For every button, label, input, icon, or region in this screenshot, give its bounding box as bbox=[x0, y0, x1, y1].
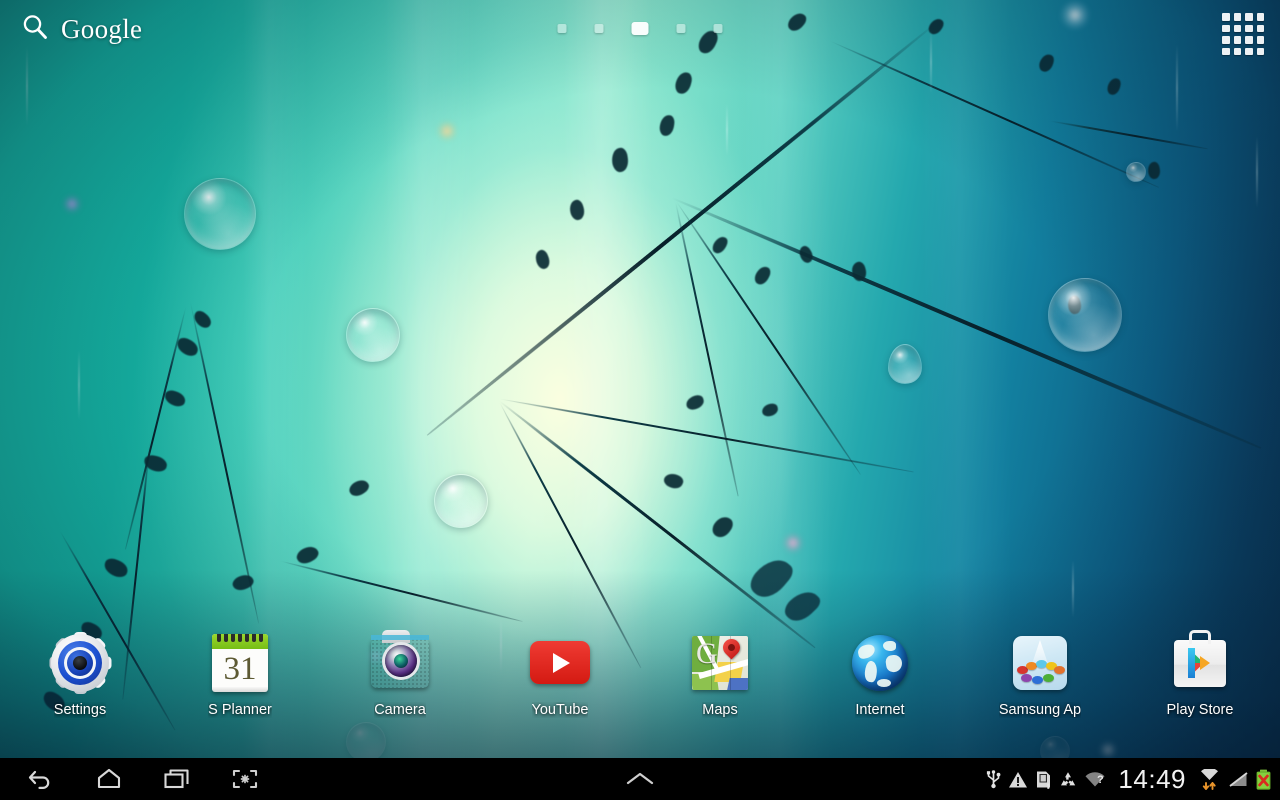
recent-apps-icon[interactable] bbox=[160, 764, 194, 794]
wifi-unknown-icon: ? bbox=[1084, 770, 1106, 789]
app-dock: Settings 31 S Planner Camera YouTube G M… bbox=[0, 630, 1280, 742]
app-samsung-apps[interactable]: Samsung Ap bbox=[994, 632, 1086, 718]
home-icon[interactable] bbox=[92, 764, 126, 794]
app-label: Samsung Ap bbox=[998, 702, 1082, 718]
app-youtube[interactable]: YouTube bbox=[514, 632, 606, 718]
maps-icon: G bbox=[689, 632, 751, 694]
grid-cell bbox=[1222, 47, 1230, 55]
app-label: Internet bbox=[855, 702, 905, 718]
google-search-widget[interactable]: Google bbox=[10, 8, 152, 51]
battery-error-icon bbox=[1255, 769, 1272, 790]
app-s-planner[interactable]: 31 S Planner bbox=[194, 632, 286, 718]
screen-capture-icon[interactable] bbox=[228, 764, 262, 794]
grid-cell bbox=[1233, 36, 1241, 44]
grid-cell bbox=[1222, 13, 1230, 21]
grid-cell bbox=[1256, 36, 1264, 44]
page-dot[interactable] bbox=[676, 24, 686, 33]
grid-cell bbox=[1222, 36, 1230, 44]
app-camera[interactable]: Camera bbox=[354, 630, 446, 718]
app-label: Maps bbox=[702, 702, 738, 718]
status-bar[interactable]: ? 14:49 bbox=[985, 764, 1272, 795]
calendar-icon: 31 bbox=[209, 632, 271, 694]
app-label: Settings bbox=[53, 702, 107, 718]
grid-cell bbox=[1256, 13, 1264, 21]
app-maps[interactable]: G Maps bbox=[674, 632, 766, 718]
search-icon bbox=[20, 12, 50, 47]
grid-cell bbox=[1245, 36, 1253, 44]
grid-cell bbox=[1233, 13, 1241, 21]
app-internet[interactable]: Internet bbox=[834, 632, 926, 718]
sd-card-icon bbox=[1034, 770, 1052, 789]
camera-icon bbox=[369, 630, 431, 694]
grid-cell bbox=[1245, 47, 1253, 55]
app-label: Play Store bbox=[1166, 702, 1234, 718]
settings-gear-icon bbox=[49, 632, 111, 694]
play-store-icon bbox=[1169, 630, 1231, 694]
maps-g-glyph: G bbox=[696, 637, 718, 670]
usb-icon bbox=[985, 769, 1002, 789]
grid-cell bbox=[1245, 13, 1253, 21]
page-dot[interactable] bbox=[557, 24, 567, 33]
app-label: S Planner bbox=[208, 702, 272, 718]
page-dot[interactable] bbox=[713, 24, 723, 33]
page-dot[interactable] bbox=[594, 24, 604, 33]
samsung-apps-icon bbox=[1009, 632, 1071, 694]
grid-cell bbox=[1256, 24, 1264, 32]
svg-text:?: ? bbox=[1097, 774, 1104, 786]
app-label: YouTube bbox=[531, 702, 589, 718]
signal-off-icon bbox=[1227, 770, 1249, 789]
grid-cell bbox=[1233, 24, 1241, 32]
grid-cell bbox=[1222, 24, 1230, 32]
nav-buttons bbox=[0, 764, 262, 794]
search-widget-label: Google bbox=[61, 14, 143, 44]
app-play-store[interactable]: Play Store bbox=[1154, 630, 1246, 718]
app-settings[interactable]: Settings bbox=[34, 632, 126, 718]
grid-cell bbox=[1245, 24, 1253, 32]
grid-cell bbox=[1233, 47, 1241, 55]
youtube-icon bbox=[529, 632, 591, 694]
app-label: Camera bbox=[374, 702, 426, 718]
home-screen: Google Settings 31 S Planner Camera YouT… bbox=[0, 0, 1280, 800]
grid-cell bbox=[1256, 47, 1264, 55]
back-arrow-icon[interactable] bbox=[24, 764, 58, 794]
navigation-bar: ? 14:49 bbox=[0, 758, 1280, 800]
apps-grid-icon[interactable] bbox=[1222, 13, 1264, 55]
recycle-icon bbox=[1058, 770, 1078, 789]
map-pin-icon bbox=[719, 636, 744, 660]
globe-icon bbox=[849, 632, 911, 694]
status-clock: 14:49 bbox=[1118, 763, 1186, 794]
chevron-up-icon[interactable] bbox=[619, 768, 661, 790]
page-indicator bbox=[557, 22, 723, 35]
page-dot-active[interactable] bbox=[631, 22, 649, 35]
wifi-transfer-icon bbox=[1198, 768, 1221, 790]
warning-icon bbox=[1008, 770, 1028, 789]
